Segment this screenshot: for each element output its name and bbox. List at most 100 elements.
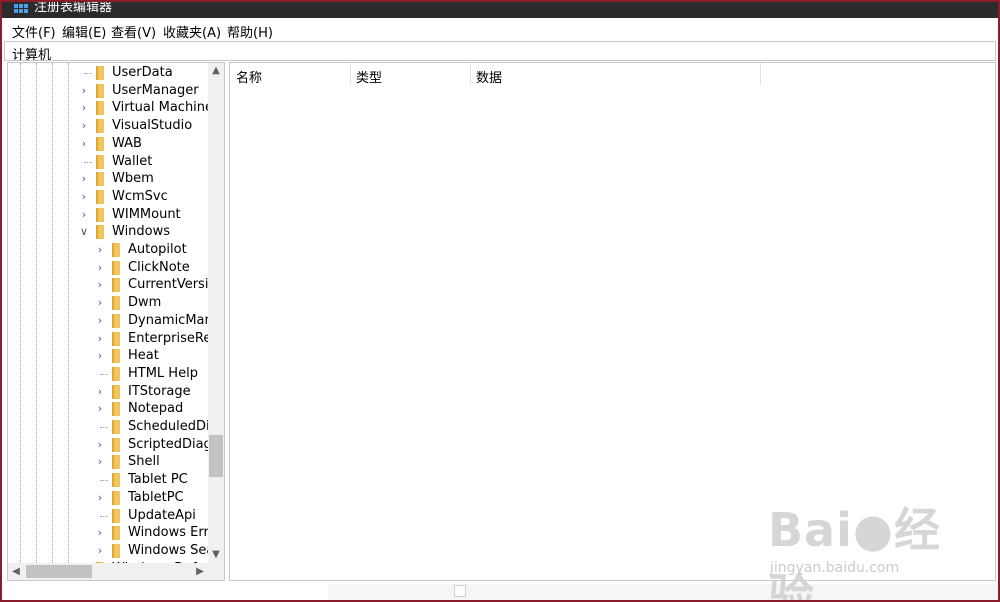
registry-editor-window: 注册表编辑器 文件(F) 编辑(E) 查看(V) 收藏夹(A) 帮助(H) 计算…	[0, 0, 1000, 602]
tree-item[interactable]: › DynamicMana	[8, 312, 208, 330]
tree-item[interactable]: ScheduledDia	[8, 418, 208, 436]
tree-item[interactable]: › Virtual Machine	[8, 99, 208, 117]
folder-icon	[112, 437, 120, 452]
column-header-type[interactable]: 类型	[350, 63, 470, 86]
tree-item[interactable]: Tablet PC	[8, 471, 208, 489]
menu-file[interactable]: 文件(F)	[12, 22, 56, 41]
vertical-scroll-thumb[interactable]	[209, 435, 223, 477]
folder-icon	[112, 384, 120, 399]
tree-item[interactable]: UpdateApi	[8, 507, 208, 525]
chevron-right-icon[interactable]: ›	[94, 314, 106, 328]
menu-bar: 文件(F) 编辑(E) 查看(V) 收藏夹(A) 帮助(H)	[2, 19, 998, 41]
address-bar[interactable]: 计算机	[4, 41, 996, 63]
scroll-up-icon[interactable]: ▲	[208, 63, 224, 79]
chevron-right-icon[interactable]: ›	[78, 190, 90, 204]
chevron-right-icon[interactable]: ›	[78, 137, 90, 151]
folder-icon	[112, 349, 120, 364]
taskbar-icon[interactable]	[454, 585, 466, 597]
chevron-right-icon[interactable]: ›	[78, 208, 90, 222]
scroll-right-icon[interactable]: ▶	[192, 563, 208, 580]
chevron-right-icon[interactable]: ›	[78, 84, 90, 98]
scroll-down-icon[interactable]: ▼	[208, 547, 224, 563]
tree-horizontal-scrollbar[interactable]: ◀ ▶	[8, 563, 208, 580]
tree-item[interactable]: › CurrentVersic	[8, 276, 208, 294]
menu-favorites[interactable]: 收藏夹(A)	[163, 22, 221, 41]
tree-item[interactable]: › Windows Sea	[8, 542, 208, 560]
folder-icon	[96, 136, 104, 151]
tree-item-label: Notepad	[128, 401, 184, 417]
chevron-right-icon[interactable]: ›	[94, 278, 106, 292]
tree-item[interactable]: › Dwm	[8, 294, 208, 312]
tree-item-label: Windows Sea	[128, 542, 208, 558]
tree-item[interactable]: › EnterpriseRes	[8, 330, 208, 348]
tree-item-label: Wallet	[112, 153, 153, 169]
address-path: 计算机	[12, 48, 52, 63]
tree-item[interactable]: ∨ Windows	[8, 223, 208, 241]
taskbar-strip	[2, 582, 998, 600]
key-tree: UserData › UserManager › Virtual Machine › Vis…	[8, 63, 208, 563]
folder-icon	[112, 490, 120, 505]
tree-item-label: ITStorage	[128, 383, 191, 399]
chevron-right-icon[interactable]: ›	[94, 296, 106, 310]
tree-item[interactable]: › ClickNote	[8, 259, 208, 277]
menu-view[interactable]: 查看(V)	[111, 22, 156, 41]
tree-item-label: ScriptedDiagi	[128, 436, 208, 452]
folder-icon	[96, 83, 104, 98]
tree-connector-line	[100, 480, 108, 482]
tree-item-label: WcmSvc	[112, 188, 168, 204]
folder-icon	[112, 243, 120, 257]
chevron-right-icon[interactable]: ›	[94, 526, 106, 540]
tree-vertical-scrollbar[interactable]: ▲ ▼	[208, 63, 224, 563]
chevron-right-icon[interactable]: ›	[94, 243, 106, 257]
chevron-right-icon[interactable]: ›	[94, 402, 106, 416]
tree-item-label: TabletPC	[128, 489, 184, 505]
folder-icon	[112, 455, 120, 470]
menu-edit[interactable]: 编辑(E)	[62, 22, 106, 41]
tree-item[interactable]: › TabletPC	[8, 489, 208, 507]
folder-icon	[96, 189, 104, 204]
tree-item[interactable]: › Shell	[8, 453, 208, 471]
chevron-right-icon[interactable]: ›	[94, 455, 106, 469]
folder-icon	[112, 420, 120, 434]
tree-item-label: Virtual Machine	[112, 100, 208, 116]
tree-item[interactable]: › Heat	[8, 347, 208, 365]
values-list-pane[interactable]: 名称 类型 数据	[229, 62, 996, 581]
chevron-right-icon[interactable]: ›	[78, 172, 90, 186]
tree-item[interactable]: › VisualStudio	[8, 117, 208, 135]
chevron-right-icon[interactable]: ›	[94, 491, 106, 505]
tree-item[interactable]: › UserManager	[8, 82, 208, 100]
column-header-data[interactable]: 数据	[470, 63, 760, 86]
tree-item[interactable]: › Windows Erro	[8, 524, 208, 542]
tree-item[interactable]: HTML Help	[8, 365, 208, 383]
scroll-left-icon[interactable]: ◀	[8, 563, 24, 580]
chevron-right-icon[interactable]: ›	[94, 261, 106, 275]
chevron-right-icon[interactable]: ›	[94, 332, 106, 346]
tree-item-label: HTML Help	[128, 365, 198, 381]
tree-item[interactable]: › WcmSvc	[8, 188, 208, 206]
tree-item-label: Tablet PC	[128, 472, 188, 488]
tree-item[interactable]: Wallet	[8, 153, 208, 171]
column-separator[interactable]	[760, 63, 761, 85]
chevron-right-icon[interactable]: ›	[94, 349, 106, 363]
column-header-name[interactable]: 名称	[230, 63, 350, 86]
tree-item[interactable]: › WAB	[8, 135, 208, 153]
tree-item[interactable]: › Autopilot	[8, 241, 208, 259]
scrollbar-corner	[208, 563, 224, 580]
chevron-right-icon[interactable]: ›	[94, 385, 106, 399]
tree-item[interactable]: › ScriptedDiagi	[8, 436, 208, 454]
tree-item[interactable]: › ITStorage	[8, 383, 208, 401]
tree-connector-line	[100, 515, 108, 517]
tree-item[interactable]: › Notepad	[8, 400, 208, 418]
window-title: 注册表编辑器	[34, 2, 113, 15]
tree-item[interactable]: UserData	[8, 64, 208, 82]
chevron-right-icon[interactable]: ›	[94, 544, 106, 558]
tree-item[interactable]: › WIMMount	[8, 206, 208, 224]
title-bar: 注册表编辑器	[2, 2, 998, 18]
chevron-right-icon[interactable]: ›	[78, 101, 90, 115]
tree-item[interactable]: › Wbem	[8, 170, 208, 188]
horizontal-scroll-thumb[interactable]	[26, 565, 92, 578]
chevron-down-icon[interactable]: ∨	[78, 225, 90, 239]
chevron-right-icon[interactable]: ›	[94, 438, 106, 452]
chevron-right-icon[interactable]: ›	[78, 119, 90, 133]
menu-help[interactable]: 帮助(H)	[227, 22, 273, 41]
